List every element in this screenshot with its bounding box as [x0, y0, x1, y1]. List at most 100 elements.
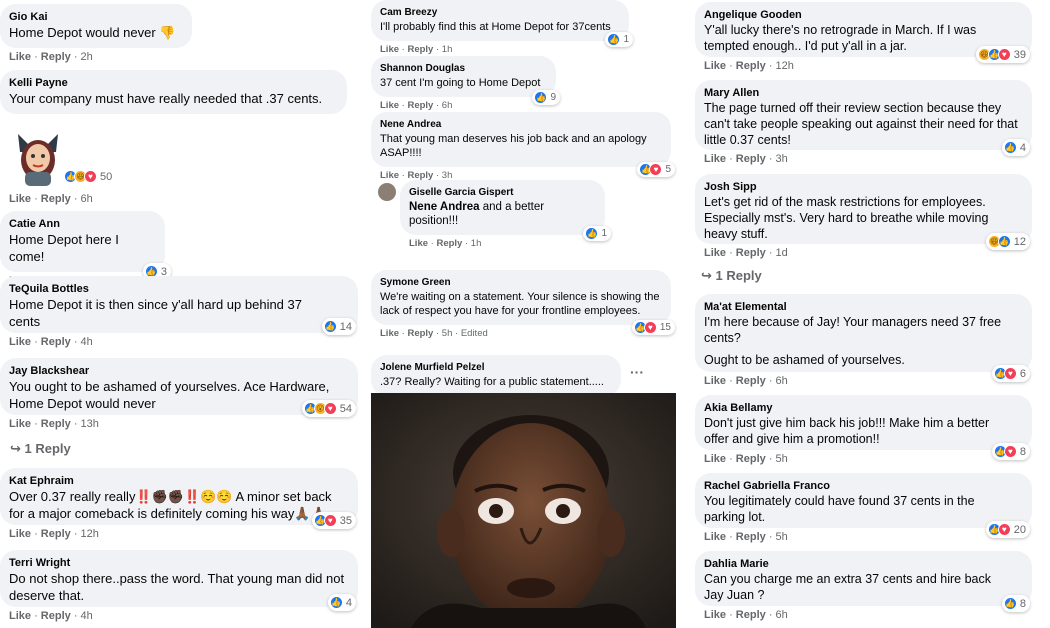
commenter-name[interactable]: Cam Breezy: [380, 6, 619, 20]
comment: Shannon Douglas 37 cent I'm going to Hom…: [371, 56, 560, 111]
commenter-name[interactable]: Akia Bellamy: [704, 401, 1022, 415]
reaction-summary[interactable]: 👍 ♥ 20: [985, 521, 1030, 538]
timestamp[interactable]: 5h: [776, 531, 788, 543]
like-link[interactable]: Like: [9, 528, 31, 540]
timestamp[interactable]: 5h: [442, 328, 453, 339]
reaction-summary[interactable]: 👍 1: [605, 32, 633, 47]
commenter-name[interactable]: Dahlia Marie: [704, 557, 1022, 571]
timestamp[interactable]: 12h: [81, 528, 99, 540]
reply-link[interactable]: Reply: [736, 247, 766, 259]
timestamp[interactable]: 12h: [776, 60, 794, 72]
like-link[interactable]: Like: [704, 60, 726, 72]
timestamp[interactable]: 4h: [81, 610, 93, 622]
reply-link[interactable]: Reply: [436, 238, 462, 249]
reply-link[interactable]: Reply: [407, 44, 433, 55]
view-replies-link[interactable]: ↪ 1 Reply: [695, 268, 762, 284]
reaction-gif-image[interactable]: [371, 393, 676, 628]
timestamp[interactable]: 6h: [81, 193, 93, 205]
reply-link[interactable]: Reply: [41, 51, 71, 63]
like-link[interactable]: Like: [380, 328, 399, 339]
commenter-name[interactable]: Angelique Gooden: [704, 8, 1022, 22]
like-link[interactable]: Like: [9, 51, 31, 63]
commenter-name[interactable]: Mary Allen: [704, 86, 1022, 100]
commenter-name[interactable]: Josh Sipp: [704, 180, 1022, 194]
reaction-summary[interactable]: 👍 😮 ♥ 54: [301, 400, 356, 417]
reply-link[interactable]: Reply: [736, 60, 766, 72]
reply-link[interactable]: Reply: [407, 100, 433, 111]
reaction-summary[interactable]: 👍 4: [1001, 139, 1030, 156]
commenter-name[interactable]: Rachel Gabriella Franco: [704, 479, 1022, 493]
timestamp[interactable]: 1h: [442, 44, 453, 55]
timestamp[interactable]: 2h: [81, 51, 93, 63]
commenter-name[interactable]: Symone Green: [380, 276, 661, 290]
like-link[interactable]: Like: [380, 100, 399, 111]
reply-link[interactable]: Reply: [41, 418, 71, 430]
commenter-name[interactable]: Ma'at Elemental: [704, 300, 1022, 314]
edited-label[interactable]: Edited: [461, 328, 488, 339]
like-link[interactable]: Like: [704, 453, 726, 465]
reply-link[interactable]: Reply: [41, 610, 71, 622]
like-link[interactable]: Like: [9, 336, 31, 348]
like-link[interactable]: Like: [704, 247, 726, 259]
commenter-name[interactable]: Nene Andrea: [380, 118, 661, 132]
like-link[interactable]: Like: [380, 170, 399, 181]
like-link[interactable]: Like: [409, 238, 428, 249]
commenter-name[interactable]: Jay Blackshear: [9, 364, 348, 378]
reaction-summary[interactable]: 👍 ♥ 5: [637, 162, 675, 177]
reply-link[interactable]: Reply: [736, 453, 766, 465]
commenter-name[interactable]: TeQuila Bottles: [9, 282, 348, 296]
commenter-name[interactable]: Terri Wright: [9, 556, 348, 570]
mention-link[interactable]: Nene Andrea: [409, 201, 480, 213]
timestamp[interactable]: 13h: [81, 418, 99, 430]
timestamp[interactable]: 6h: [442, 100, 453, 111]
reaction-summary[interactable]: 😆 👍 ♥ 39: [975, 46, 1030, 63]
timestamp[interactable]: 5h: [776, 453, 788, 465]
commenter-name[interactable]: Gio Kai: [9, 10, 182, 24]
timestamp[interactable]: 1h: [471, 238, 482, 249]
reaction-summary[interactable]: 👍 ♥ 8: [991, 443, 1030, 460]
reply-link[interactable]: Reply: [41, 528, 71, 540]
commenter-name[interactable]: Kelli Payne: [9, 76, 337, 90]
view-replies-link[interactable]: ↪ 1 Reply: [0, 441, 71, 457]
like-link[interactable]: Like: [704, 609, 726, 621]
reaction-summary[interactable]: 👍 9: [532, 90, 560, 105]
reaction-summary[interactable]: 👍 ♥ 35: [311, 512, 356, 529]
reaction-summary[interactable]: 👍 😆 ♥ 50: [64, 170, 112, 183]
reply-link[interactable]: Reply: [736, 531, 766, 543]
reply-link[interactable]: Reply: [736, 153, 766, 165]
like-link[interactable]: Like: [704, 531, 726, 543]
timestamp[interactable]: 6h: [776, 375, 788, 387]
commenter-name[interactable]: Kat Ephraim: [9, 474, 348, 488]
comment-actions: Like · Reply · 1h: [409, 238, 482, 249]
like-link[interactable]: Like: [9, 418, 31, 430]
commenter-name[interactable]: Catie Ann: [9, 217, 155, 231]
reaction-summary[interactable]: 👍 8: [1001, 595, 1030, 612]
like-link[interactable]: Like: [704, 153, 726, 165]
commenter-name[interactable]: Giselle Garcia Gispert: [409, 186, 595, 200]
like-link[interactable]: Like: [704, 375, 726, 387]
reply-link[interactable]: Reply: [407, 328, 433, 339]
like-link[interactable]: Like: [9, 610, 31, 622]
reply-link[interactable]: Reply: [41, 336, 71, 348]
comment-text: Do not shop there..pass the word. That y…: [9, 571, 345, 603]
reply-link[interactable]: Reply: [736, 609, 766, 621]
like-link[interactable]: Like: [380, 44, 399, 55]
reply-link[interactable]: Reply: [41, 193, 71, 205]
reply-link[interactable]: Reply: [736, 375, 766, 387]
reaction-summary[interactable]: 👍 14: [321, 318, 356, 335]
like-link[interactable]: Like: [9, 193, 31, 205]
timestamp[interactable]: 1d: [776, 247, 788, 259]
timestamp[interactable]: 4h: [81, 336, 93, 348]
reaction-summary[interactable]: 👍 1: [583, 226, 611, 241]
commenter-name[interactable]: Jolene Murfield Pelzel: [380, 361, 611, 375]
avatar[interactable]: [378, 183, 396, 201]
timestamp[interactable]: 6h: [776, 609, 788, 621]
timestamp[interactable]: 3h: [776, 153, 788, 165]
commenter-name[interactable]: Shannon Douglas: [380, 62, 546, 76]
reaction-count: 5: [665, 164, 671, 175]
reaction-summary[interactable]: 😆 👍 12: [985, 233, 1030, 250]
reaction-summary[interactable]: 👍 ♥ 15: [631, 320, 675, 335]
reaction-summary[interactable]: 👍 4: [327, 594, 356, 611]
reaction-summary[interactable]: 👍 ♥ 6: [991, 365, 1030, 382]
more-options-icon[interactable]: ···: [630, 364, 644, 380]
